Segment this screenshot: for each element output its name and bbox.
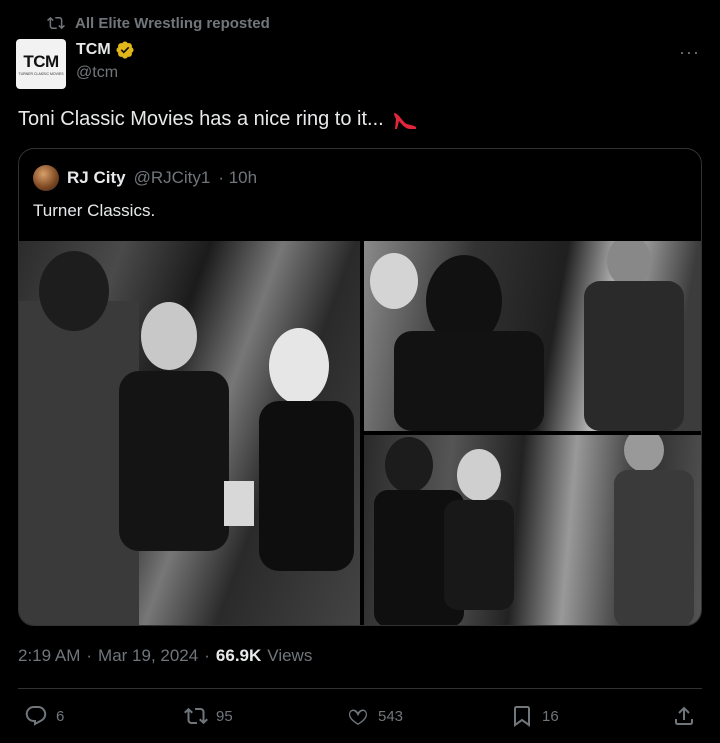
post-text: Toni Classic Movies has a nice ring to i… [18, 108, 418, 131]
author-handle[interactable]: @tcm [76, 64, 135, 82]
repost-header[interactable]: All Elite Wrestling reposted [47, 14, 270, 32]
avatar-logo-text: TCM [23, 51, 59, 71]
quoted-post[interactable]: RJ City @RJCity1 · 10h Turner Classics. [18, 148, 702, 626]
author-name[interactable]: TCM [76, 41, 111, 59]
quoted-author-name[interactable]: RJ City [67, 168, 126, 188]
author-avatar[interactable]: TCM TURNER CLASSIC MOVIES [16, 39, 66, 89]
post-meta: 2:19 AM · Mar 19, 2024 · 66.9K Views [18, 646, 312, 666]
photo-grid [19, 241, 701, 625]
like-count: 543 [378, 707, 404, 725]
divider [18, 688, 702, 689]
verified-badge-icon[interactable] [115, 40, 135, 60]
heart-icon [348, 709, 368, 725]
quoted-author-handle[interactable]: @RJCity1 [134, 168, 211, 188]
author-info: TCM @tcm [76, 40, 135, 82]
bookmark-button[interactable]: 16 [510, 704, 559, 728]
views-count: 66.9K [215, 646, 262, 665]
quoted-text: Turner Classics. [33, 201, 156, 220]
post-time[interactable]: 2:19 AM [18, 646, 80, 666]
repost-header-text: All Elite Wrestling reposted [75, 14, 270, 32]
quoted-header: RJ City @RJCity1 · 10h [33, 165, 257, 191]
bookmark-count: 16 [542, 707, 559, 725]
meta-separator: · [86, 646, 93, 665]
photo-backstage-group[interactable] [19, 241, 360, 625]
like-button[interactable]: 543 [346, 704, 403, 728]
meta-separator: · [204, 646, 210, 665]
action-bar: 6 95 543 16 [0, 704, 720, 732]
share-icon [675, 706, 693, 725]
share-button[interactable] [672, 704, 696, 728]
bookmark-icon [514, 706, 530, 727]
photo-handshake[interactable] [364, 241, 701, 431]
avatar-logo-subtext: TURNER CLASSIC MOVIES [18, 71, 64, 76]
repost-icon [47, 16, 65, 30]
quoted-time: · 10h [218, 168, 258, 187]
quoted-avatar[interactable] [33, 165, 59, 191]
more-options-icon[interactable]: ··· [679, 42, 700, 63]
reply-button[interactable]: 6 [24, 704, 64, 728]
post-date[interactable]: Mar 19, 2024 [98, 646, 198, 666]
reply-icon [25, 706, 47, 726]
repost-icon [184, 707, 208, 725]
high-heel-icon [393, 112, 416, 129]
photo-makeup-chairs[interactable] [364, 435, 701, 625]
reply-count: 6 [56, 707, 65, 725]
post-body: Toni Classic Movies has a nice ring to i… [18, 108, 384, 130]
repost-count: 95 [216, 707, 233, 725]
views-label: Views [267, 646, 313, 665]
repost-button[interactable]: 95 [184, 704, 233, 728]
